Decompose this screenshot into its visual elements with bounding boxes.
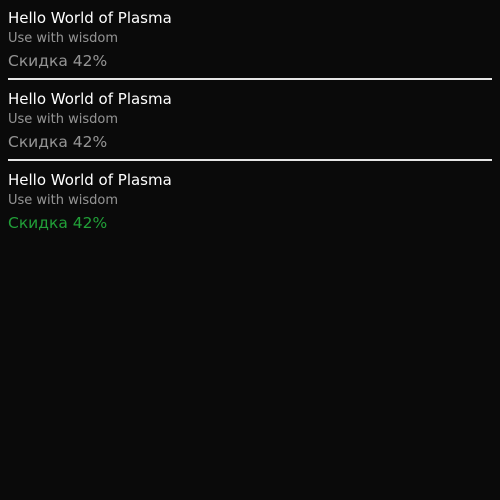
cell-title: Hello World of Plasma bbox=[8, 9, 172, 27]
cell-subtitle: Use with wisdom bbox=[8, 112, 119, 127]
list-item[interactable]: Hello World of Plasma Use with wisdom Ск… bbox=[0, 81, 500, 162]
cell-subtitle: Use with wisdom bbox=[8, 31, 119, 46]
list-item[interactable]: Hello World of Plasma Use with wisdom Ск… bbox=[0, 0, 500, 81]
divider bbox=[8, 159, 492, 161]
cell-list: Hello World of Plasma Use with wisdom Ск… bbox=[0, 0, 500, 243]
cell-label-accent: Скидка 42% bbox=[8, 214, 108, 232]
cell-title: Hello World of Plasma bbox=[8, 171, 172, 189]
cell-label: Скидка 42% bbox=[8, 133, 108, 151]
cell-title: Hello World of Plasma bbox=[8, 90, 172, 108]
cell-label: Скидка 42% bbox=[8, 52, 108, 70]
list-item[interactable]: Hello World of Plasma Use with wisdom Ск… bbox=[0, 162, 500, 243]
divider bbox=[8, 78, 492, 80]
cell-subtitle: Use with wisdom bbox=[8, 193, 119, 208]
